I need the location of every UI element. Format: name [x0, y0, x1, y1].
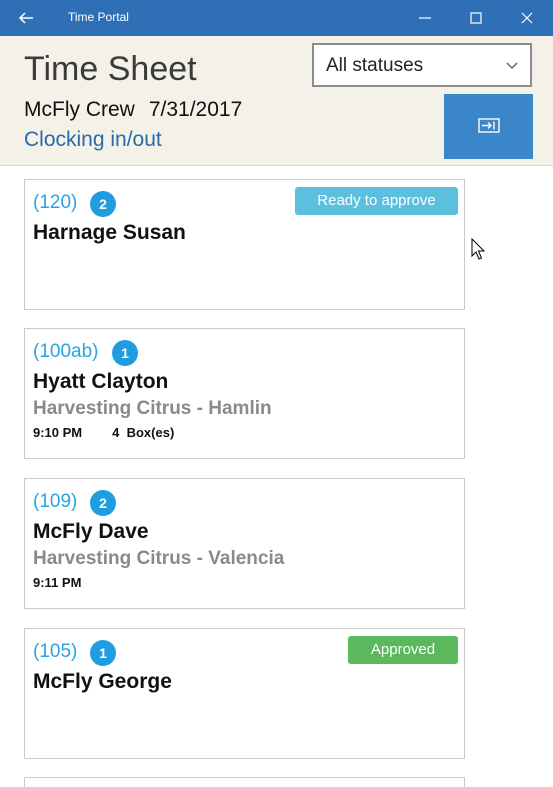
- quantity: 4 Box(es): [112, 425, 175, 440]
- crew-info: McFly Crew 7/31/2017: [24, 98, 242, 122]
- minimize-icon[interactable]: [413, 6, 437, 30]
- employee-name: Harnage Susan: [33, 221, 186, 244]
- entry-count-badge: 1: [112, 340, 138, 366]
- clock-time: 9:10 PM: [33, 425, 83, 440]
- crew-name: McFly Crew: [24, 98, 135, 121]
- mouse-cursor-icon: [471, 237, 487, 262]
- chevron-down-icon: [504, 57, 520, 73]
- entry-count-badge: 2: [90, 490, 116, 516]
- employee-code: (109): [33, 491, 78, 512]
- status-filter-value: All statuses: [326, 55, 424, 76]
- sheet-date: 7/31/2017: [148, 98, 243, 121]
- close-icon[interactable]: [515, 6, 539, 30]
- title-bar: Time Portal: [0, 0, 553, 36]
- status-badge: Ready to approve: [295, 187, 458, 215]
- employee-code: (105): [33, 641, 78, 662]
- employee-name: McFly George: [33, 670, 172, 693]
- entry-details: 9:10 PM 4 Box(es): [33, 425, 174, 440]
- timesheet-card[interactable]: [24, 777, 465, 787]
- clock-time: 9:11 PM: [33, 575, 82, 590]
- employee-code: (100ab): [33, 341, 99, 362]
- employee-code: (120): [33, 192, 78, 213]
- timesheet-card[interactable]: (105) 1 Approved McFly George: [24, 628, 465, 759]
- task-name: Harvesting Citrus - Valencia: [33, 548, 285, 569]
- timesheet-card[interactable]: (100ab) 1 Hyatt Clayton Harvesting Citru…: [24, 328, 465, 459]
- employee-name: Hyatt Clayton: [33, 370, 169, 393]
- employee-name: McFly Dave: [33, 520, 149, 543]
- timesheet-card[interactable]: (109) 2 McFly Dave Harvesting Citrus - V…: [24, 478, 465, 609]
- entry-count-badge: 1: [90, 640, 116, 666]
- clock-in-button[interactable]: [444, 94, 533, 159]
- window-title: Time Portal: [68, 10, 129, 24]
- page-title: Time Sheet: [24, 50, 197, 88]
- entry-details: 9:11 PM: [33, 575, 81, 590]
- status-badge: Approved: [348, 636, 458, 664]
- back-arrow-icon[interactable]: [14, 6, 38, 30]
- timesheet-card[interactable]: (120) 2 Ready to approve Harnage Susan: [24, 179, 465, 310]
- entry-count-badge: 2: [90, 191, 116, 217]
- maximize-icon[interactable]: [464, 6, 488, 30]
- task-name: Harvesting Citrus - Hamlin: [33, 398, 272, 419]
- status-filter-select[interactable]: All statuses: [312, 43, 532, 87]
- sign-in-icon: [478, 118, 500, 133]
- clocking-link[interactable]: Clocking in/out: [24, 128, 162, 152]
- page-header: Time Sheet McFly Crew 7/31/2017 Clocking …: [0, 36, 553, 166]
